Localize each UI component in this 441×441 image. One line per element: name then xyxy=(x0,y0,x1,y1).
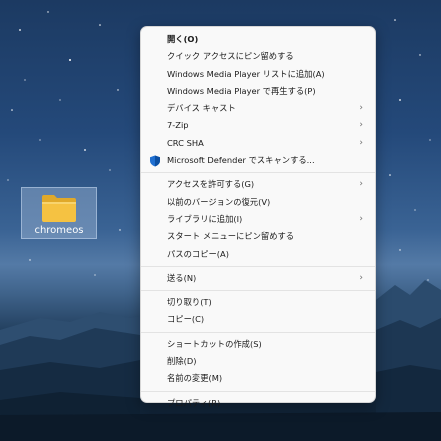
menu-separator xyxy=(141,331,375,333)
menu-item-label: 送る(N) xyxy=(167,272,197,283)
menu-item[interactable]: Windows Media Player リストに追加(A) xyxy=(145,66,371,83)
chevron-right-icon: › xyxy=(359,137,363,148)
desktop: chromeos 開く(O) クイック アクセスにピン留めする Windows Me… xyxy=(0,0,441,441)
menu-item-label: デバイス キャスト xyxy=(167,103,236,114)
menu-item-label: Windows Media Player で再生する(P) xyxy=(167,85,316,96)
menu-item[interactable]: スタート メニューにピン留めする xyxy=(145,228,371,245)
menu-item-label: CRC SHA xyxy=(167,137,204,148)
menu-item-label: 7-Zip xyxy=(167,120,189,131)
menu-item-label: ショートカットの作成(S) xyxy=(167,338,262,349)
menu-item-label: 切り取り(T) xyxy=(167,297,212,308)
defender-shield-icon xyxy=(150,155,160,167)
menu-item[interactable]: 切り取り(T) xyxy=(145,294,371,311)
menu-item-label: パスのコピー(A) xyxy=(167,248,229,259)
folder-label: chromeos xyxy=(34,225,84,236)
menu-item[interactable]: アクセスを許可する(G) › xyxy=(145,176,371,193)
menu-item-label: 削除(D) xyxy=(167,356,197,367)
menu-item[interactable]: 削除(D) xyxy=(145,353,371,370)
menu-item[interactable]: コピー(C) xyxy=(145,311,371,328)
menu-item[interactable]: CRC SHA › xyxy=(145,135,371,152)
menu-item-label: Microsoft Defender でスキャンする... xyxy=(167,155,315,166)
menu-item[interactable]: Windows Media Player で再生する(P) xyxy=(145,83,371,100)
folder-icon xyxy=(42,195,76,222)
chevron-right-icon: › xyxy=(359,179,363,190)
menu-item[interactable]: デバイス キャスト › xyxy=(145,100,371,117)
menu-item[interactable]: 送る(N) › xyxy=(145,270,371,287)
menu-item[interactable]: 名前の変更(M) xyxy=(145,370,371,387)
context-menu: 開く(O) クイック アクセスにピン留めする Windows Media Playe… xyxy=(140,26,376,408)
menu-item[interactable]: パスのコピー(A) xyxy=(145,246,371,263)
menu-item-label: ライブラリに追加(I) xyxy=(167,213,243,224)
menu-item[interactable]: ライブラリに追加(I) › xyxy=(145,211,371,228)
chevron-right-icon: › xyxy=(359,103,363,114)
menu-item-label: 開く(O) xyxy=(167,34,199,44)
chevron-right-icon: › xyxy=(359,272,363,283)
menu-item-label: コピー(C) xyxy=(167,314,205,325)
menu-item-label: クイック アクセスにピン留めする xyxy=(167,51,294,62)
menu-separator xyxy=(141,390,375,392)
menu-item[interactable]: Microsoft Defender でスキャンする... xyxy=(145,152,371,169)
menu-separator xyxy=(141,290,375,292)
menu-item-label: Windows Media Player リストに追加(A) xyxy=(167,68,325,79)
menu-separator xyxy=(141,265,375,267)
menu-item-label: 名前の変更(M) xyxy=(167,373,223,384)
menu-item[interactable]: 以前のバージョンの復元(V) xyxy=(145,194,371,211)
menu-separator xyxy=(141,172,375,174)
menu-item-label: スタート メニューにピン留めする xyxy=(167,231,295,242)
desktop-folder-chromeos[interactable]: chromeos xyxy=(21,187,97,239)
menu-item[interactable]: ショートカットの作成(S) xyxy=(145,336,371,353)
menu-item[interactable]: 7-Zip › xyxy=(145,117,371,134)
chevron-right-icon: › xyxy=(359,120,363,131)
menu-item[interactable]: クイック アクセスにピン留めする xyxy=(145,48,371,65)
menu-item-label: 以前のバージョンの復元(V) xyxy=(167,196,271,207)
menu-item[interactable]: 開く(O) xyxy=(145,31,371,48)
menu-item-label: プロパティ(R) xyxy=(167,397,221,408)
menu-item[interactable]: プロパティ(R) xyxy=(145,395,371,412)
menu-item-label: アクセスを許可する(G) xyxy=(167,179,255,190)
chevron-right-icon: › xyxy=(359,213,363,224)
